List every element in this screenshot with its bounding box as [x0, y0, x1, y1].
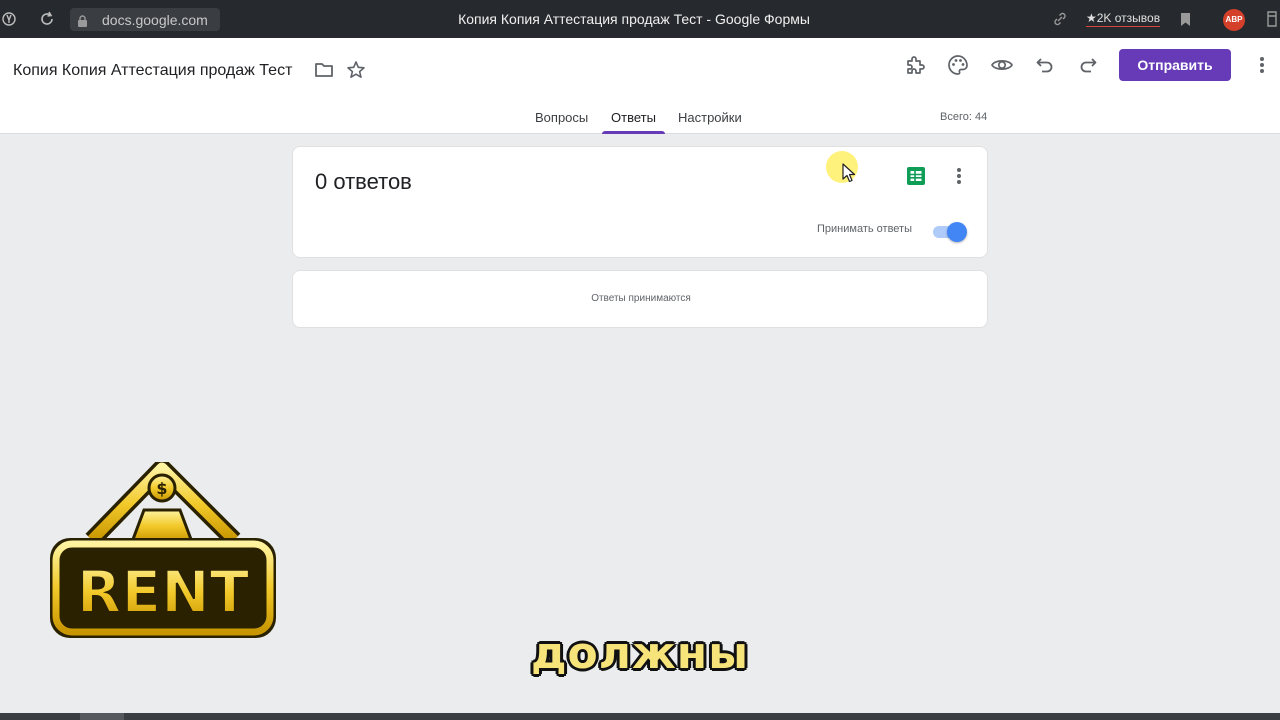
bottom-bar-segment — [80, 713, 124, 720]
accept-responses-label: Принимать ответы — [817, 223, 912, 235]
reviews-badge[interactable]: ★2K отзывов — [1086, 11, 1161, 27]
total-points: Всего: 44 — [940, 111, 988, 123]
sidebar-icon[interactable] — [1266, 10, 1278, 28]
rent-logo: $ RENT — [44, 459, 284, 648]
doc-title[interactable]: Копия Копия Аттестация продаж Тест — [13, 62, 292, 80]
browser-toolbar: docs.google.com Копия Копия Аттестация п… — [0, 0, 1280, 38]
addons-icon[interactable] — [901, 51, 929, 79]
accept-responses-toggle[interactable] — [933, 221, 969, 242]
mouse-cursor-icon — [842, 163, 856, 183]
more-menu-icon[interactable] — [1248, 51, 1276, 79]
form-tabs: Вопросы Ответы Настройки Всего: 44 — [0, 100, 1280, 134]
accepting-status-card: Ответы принимаются — [292, 270, 988, 328]
forms-header: Копия Копия Аттестация продаж Тест Отпра… — [0, 38, 1280, 134]
redo-icon[interactable] — [1074, 51, 1102, 79]
toggle-knob — [947, 222, 967, 242]
bookmark-icon[interactable] — [1180, 12, 1191, 27]
star-icon[interactable] — [342, 56, 370, 84]
bottom-bar — [0, 713, 1280, 720]
sheets-icon[interactable] — [905, 165, 927, 187]
active-tab-indicator — [602, 131, 665, 134]
preview-eye-icon[interactable] — [988, 51, 1016, 79]
responses-summary-card: 0 ответов Принимать ответы — [292, 146, 988, 258]
tab-questions[interactable]: Вопросы — [535, 110, 588, 125]
link-icon[interactable] — [1052, 11, 1068, 27]
logo-text: RENT — [77, 558, 250, 626]
logo-dollar-symbol: $ — [156, 479, 167, 498]
palette-icon[interactable] — [944, 51, 972, 79]
responses-count-title: 0 ответов — [315, 169, 412, 194]
window-title: Копия Копия Аттестация продаж Тест - Goo… — [458, 11, 810, 27]
undo-icon[interactable] — [1031, 51, 1059, 79]
responses-more-icon[interactable] — [947, 165, 971, 187]
send-button[interactable]: Отправить — [1119, 49, 1231, 81]
tab-responses[interactable]: Ответы — [611, 110, 656, 125]
adblock-icon[interactable]: ABP — [1223, 9, 1245, 31]
video-caption: должны — [531, 628, 749, 679]
tab-settings[interactable]: Настройки — [678, 110, 742, 125]
accepting-status-text: Ответы принимаются — [591, 293, 691, 304]
folder-icon[interactable] — [310, 56, 338, 84]
